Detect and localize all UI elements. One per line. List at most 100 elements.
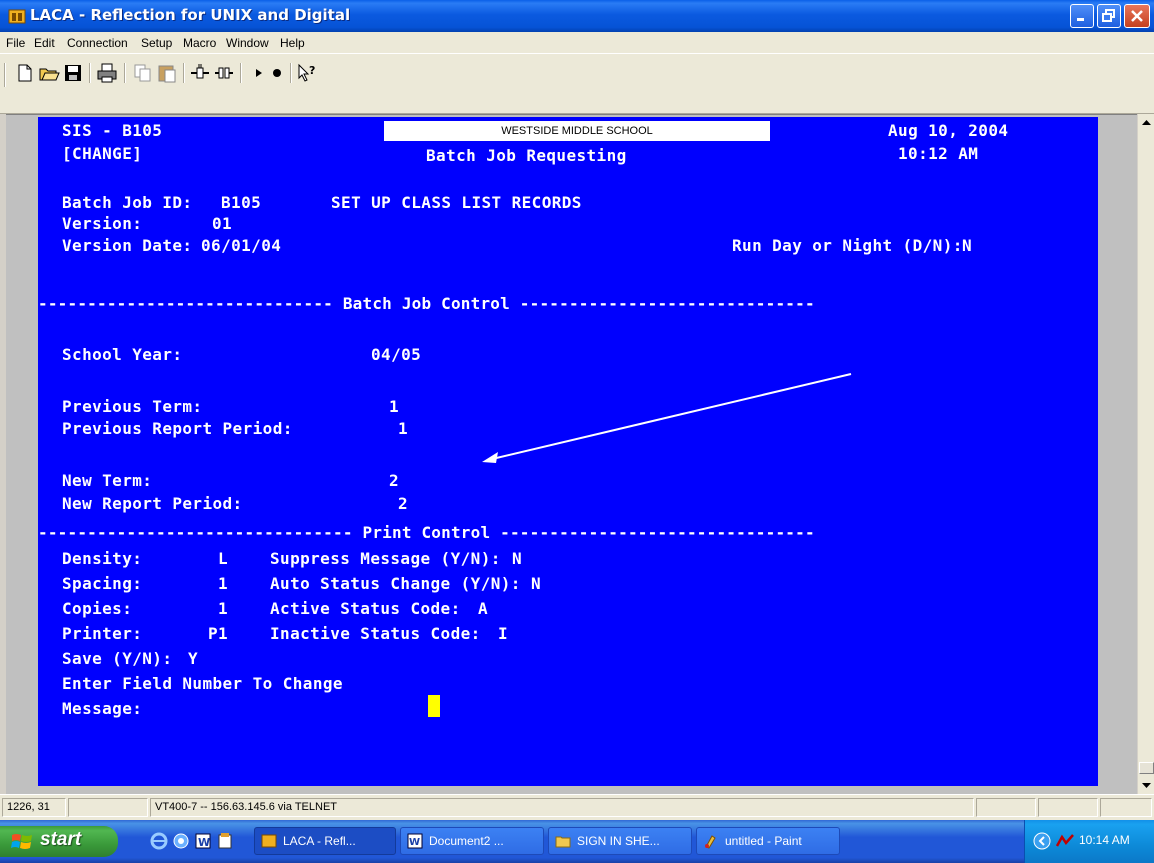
start-button[interactable]: start [0, 826, 118, 857]
terminal-screen[interactable]: SIS - B105 WESTSIDE MIDDLE SCHOOL Aug 10… [38, 117, 1098, 786]
close-button[interactable] [1124, 4, 1150, 28]
help-icon[interactable]: ? [296, 62, 318, 84]
inactive-status-code-value[interactable]: I [498, 624, 508, 644]
status-cell-empty [68, 798, 148, 817]
menu-edit[interactable]: Edit [34, 36, 55, 50]
school-year-value[interactable]: 04/05 [371, 345, 421, 365]
task-sign-in-sheet[interactable]: SIGN IN SHE... [548, 827, 692, 855]
copies-label: Copies: [62, 599, 133, 618]
save-value[interactable]: Y [188, 649, 198, 669]
new-icon[interactable] [14, 62, 36, 84]
density-value[interactable]: L [218, 549, 228, 569]
disconnect-icon[interactable] [213, 62, 235, 84]
scroll-thumb[interactable] [1139, 762, 1154, 774]
svg-text:?: ? [309, 64, 315, 77]
cursor-position: 1226, 31 [2, 798, 66, 817]
svg-text:W: W [409, 837, 420, 848]
task-label: LACA - Refl... [283, 834, 356, 848]
scroll-up-icon[interactable] [1138, 114, 1154, 131]
menu-connection[interactable]: Connection [67, 36, 128, 50]
start-label: start [40, 829, 82, 850]
reflection-app-icon[interactable] [8, 7, 26, 25]
status-cell-empty [1100, 798, 1152, 817]
minimize-button[interactable] [1070, 4, 1094, 28]
show-hidden-icons-icon[interactable] [1033, 832, 1051, 850]
toolbar-separator [240, 63, 242, 83]
connect-icon[interactable] [189, 62, 211, 84]
system-tray: 10:14 AM [1024, 820, 1154, 863]
internet-explorer-icon[interactable] [150, 832, 168, 850]
status-cell-empty [1038, 798, 1098, 817]
network-activity-icon[interactable] [1055, 833, 1075, 849]
run-day-night-value[interactable]: N [962, 236, 972, 256]
suppress-message-value[interactable]: N [512, 549, 522, 569]
toolbar-separator [89, 63, 91, 83]
current-date: Aug 10, 2004 [888, 121, 1009, 140]
toolbar-separator [290, 63, 292, 83]
copies-value[interactable]: 1 [218, 599, 228, 619]
menu-bar: File Edit Connection Setup Macro Window … [0, 32, 1154, 54]
svg-text:W: W [198, 836, 210, 849]
run-day-night-label: Run Day or Night (D/N): [732, 236, 963, 255]
previous-term-value[interactable]: 1 [389, 397, 399, 417]
menu-macro[interactable]: Macro [183, 36, 216, 50]
windows-logo-icon [11, 834, 32, 849]
current-time: 10:12 AM [898, 144, 979, 163]
new-report-period-label: New Report Period: [62, 494, 243, 513]
school-name: WESTSIDE MIDDLE SCHOOL [384, 121, 770, 141]
office-app-icon[interactable] [216, 832, 234, 850]
task-laca-reflection[interactable]: LACA - Refl... [254, 827, 396, 855]
toolbar-separator [183, 63, 185, 83]
spacing-value[interactable]: 1 [218, 574, 228, 594]
batch-job-id-value: B105 [221, 193, 262, 212]
active-status-code-label: Active Status Code: [270, 599, 461, 618]
suppress-message-label: Suppress Message (Y/N): [270, 549, 501, 568]
open-icon[interactable] [38, 62, 60, 84]
scroll-down-icon[interactable] [1138, 777, 1154, 794]
auto-status-change-value[interactable]: N [531, 574, 541, 594]
task-document2[interactable]: W Document2 ... [400, 827, 544, 855]
active-status-code-value[interactable]: A [478, 599, 488, 619]
task-label: SIGN IN SHE... [577, 834, 660, 848]
copy-icon[interactable] [132, 62, 154, 84]
clock[interactable]: 10:14 AM [1079, 833, 1130, 847]
minimize-icon [1077, 18, 1084, 21]
version-label: Version: [62, 214, 143, 233]
menu-setup[interactable]: Setup [141, 36, 172, 50]
previous-report-period-value[interactable]: 1 [398, 419, 408, 439]
vertical-scrollbar[interactable] [1137, 114, 1154, 794]
menu-file[interactable]: File [6, 36, 25, 50]
print-icon[interactable] [96, 62, 118, 84]
batch-job-control-divider: ------------------------------ Batch Job… [38, 294, 815, 313]
menu-window[interactable]: Window [226, 36, 269, 50]
text-cursor[interactable] [428, 695, 440, 717]
restore-button[interactable] [1097, 4, 1121, 28]
window-title: LACA - Reflection for UNIX and Digital [30, 6, 351, 24]
job-description: SET UP CLASS LIST RECORDS [331, 193, 582, 212]
word-icon[interactable]: W [194, 832, 212, 850]
status-bar: 1226, 31 VT400-7 -- 156.63.145.6 via TEL… [0, 794, 1154, 820]
save-icon[interactable] [62, 62, 84, 84]
menu-help[interactable]: Help [280, 36, 305, 50]
close-icon [1131, 10, 1143, 22]
task-untitled-paint[interactable]: untitled - Paint [696, 827, 840, 855]
school-year-label: School Year: [62, 345, 183, 364]
connection-status: VT400-7 -- 156.63.145.6 via TELNET [150, 798, 974, 817]
paste-icon[interactable] [156, 62, 178, 84]
title-bar[interactable]: LACA - Reflection for UNIX and Digital [0, 0, 1154, 32]
field-number-prompt: Enter Field Number To Change [62, 674, 343, 693]
printer-value[interactable]: P1 [208, 624, 228, 644]
print-control-divider: -------------------------------- Print C… [38, 523, 815, 542]
previous-report-period-label: Previous Report Period: [62, 419, 293, 438]
density-label: Density: [62, 549, 143, 568]
record-macro-icon[interactable] [266, 62, 288, 84]
previous-term-label: Previous Term: [62, 397, 203, 416]
printer-label: Printer: [62, 624, 143, 643]
task-label: Document2 ... [429, 834, 504, 848]
system-code: SIS - B105 [62, 121, 163, 140]
browser-icon[interactable] [172, 832, 190, 850]
annotation-arrow [482, 373, 852, 463]
new-term-value[interactable]: 2 [389, 471, 399, 491]
version-date-label: Version Date: [62, 236, 193, 255]
new-report-period-value[interactable]: 2 [398, 494, 408, 514]
